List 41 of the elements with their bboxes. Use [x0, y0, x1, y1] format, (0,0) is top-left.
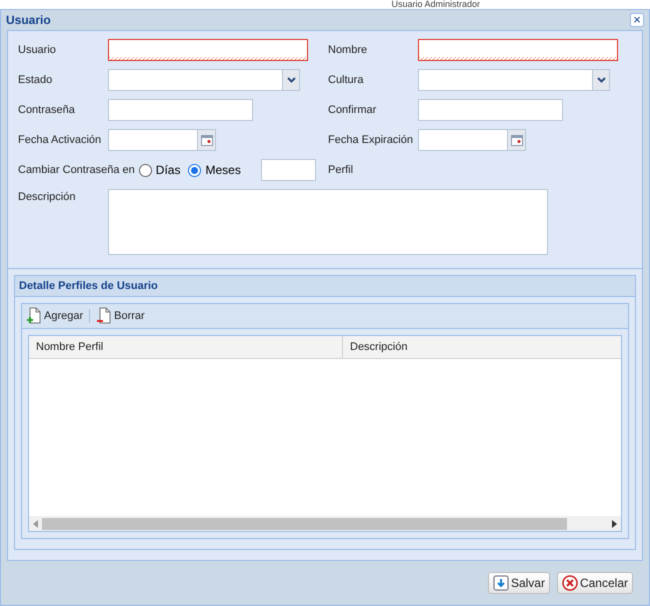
- add-document-icon: [26, 307, 42, 325]
- field-label: Fecha Expiración: [328, 132, 414, 148]
- toolbar-button[interactable]: Agregar: [26, 307, 84, 325]
- field-label: Confirmar: [328, 102, 378, 118]
- field-label: Usuario: [18, 42, 57, 58]
- toolbar-button[interactable]: Borrar: [96, 307, 145, 325]
- scroll-left-icon[interactable]: [33, 520, 38, 528]
- password-field[interactable]: [108, 99, 253, 121]
- close-icon: [562, 575, 578, 591]
- background-text: Usuario Administrador: [391, 0, 480, 9]
- field-label: Descripción: [18, 190, 76, 205]
- dropdown-field[interactable]: [418, 69, 610, 91]
- date-field[interactable]: [108, 129, 198, 151]
- panel-title: Detalle Perfiles de Usuario: [19, 278, 158, 294]
- scroll-right-icon[interactable]: [612, 520, 617, 528]
- horizontal-scrollbar[interactable]: [29, 516, 621, 531]
- column-header[interactable]: Nombre Perfil: [29, 336, 343, 358]
- field-label: Perfil: [328, 162, 354, 178]
- calendar-icon[interactable]: [508, 129, 526, 151]
- description-field[interactable]: [108, 189, 548, 255]
- save-button[interactable]: Salvar: [488, 572, 550, 594]
- dropdown-field[interactable]: [108, 69, 300, 91]
- radio-option[interactable]: Meses: [188, 161, 241, 179]
- password-field[interactable]: [418, 99, 563, 121]
- field-label: Fecha Activación: [18, 132, 102, 148]
- text-field[interactable]: [108, 39, 308, 61]
- close-button[interactable]: ×: [630, 13, 644, 27]
- field-label: Estado: [18, 72, 54, 88]
- cancel-button[interactable]: Cancelar: [556, 572, 633, 594]
- field-label: Nombre: [328, 42, 368, 58]
- column-header[interactable]: Descripción: [343, 336, 621, 358]
- field-label: Cultura: [328, 72, 364, 88]
- text-field[interactable]: [260, 159, 316, 181]
- window-title: Usuario: [6, 12, 51, 29]
- field-label: Contraseña: [18, 102, 76, 118]
- text-field[interactable]: [418, 39, 618, 61]
- radio-option[interactable]: Días: [138, 161, 180, 179]
- calendar-icon[interactable]: [198, 129, 216, 151]
- remove-document-icon: [96, 307, 112, 325]
- field-label: Cambiar Contraseña en: [18, 162, 135, 178]
- date-field[interactable]: [418, 129, 508, 151]
